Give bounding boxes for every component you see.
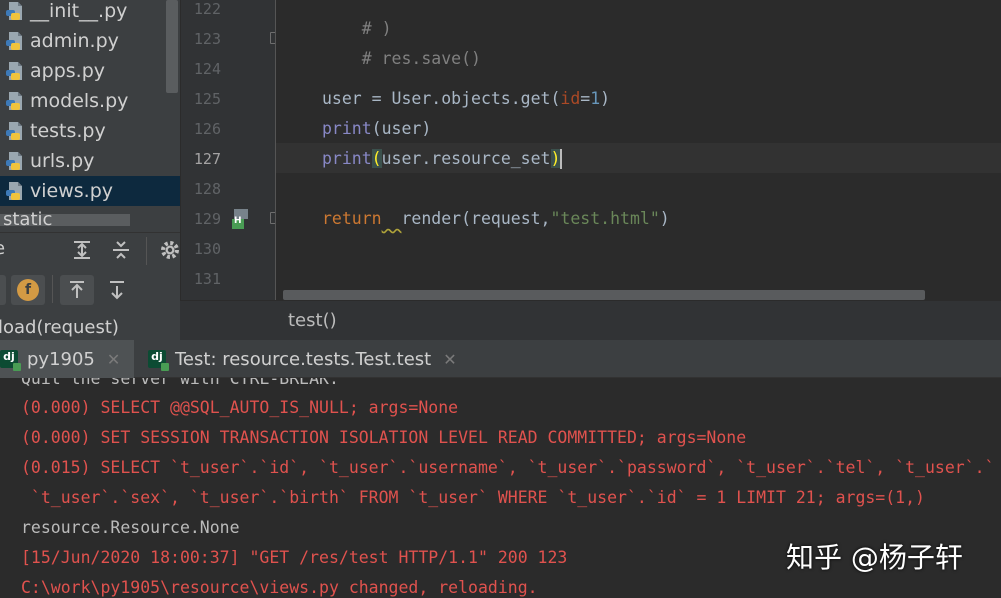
close-icon[interactable]: ✕ — [107, 350, 120, 369]
console-line: resource.Resource.None — [21, 518, 240, 537]
console-line: (0.000) SELECT @@SQL_AUTO_IS_NULL; args=… — [21, 398, 459, 417]
gutter-badge-label: H — [234, 216, 242, 226]
code-token: user = User.objects.get( — [322, 89, 561, 108]
structure-panel-title: e — [0, 238, 5, 259]
structure-filter-toolbar: f — [0, 271, 180, 307]
tree-item-models[interactable]: models.py — [0, 86, 180, 116]
line-number: 128 — [193, 180, 221, 198]
line-number: 131 — [193, 270, 221, 288]
python-file-icon — [5, 151, 26, 172]
code-param: id — [560, 89, 581, 108]
code-line-129: return render(request,"test.html") — [322, 209, 670, 229]
editor-gutter: 122 123 124 125 126 127 128 129 130 131 … — [180, 0, 280, 300]
django-icon: dj — [148, 350, 169, 371]
run-tab-label: Test: resource.tests.Test.test — [175, 348, 432, 370]
text-caret — [560, 149, 563, 169]
code-line-123: # res.save() — [322, 29, 481, 89]
console-line: (0.015) SELECT `t_user`.`id`, `t_user`.`… — [21, 458, 995, 477]
code-line-126: print(user) — [322, 119, 431, 139]
tree-item-urls[interactable]: urls.py — [0, 146, 180, 176]
line-number: 129 — [193, 210, 221, 228]
field-icon: f — [17, 279, 39, 301]
toolbar-separator — [146, 237, 147, 265]
tree-item-label: apps.py — [30, 60, 106, 82]
code-keyword: return — [322, 209, 382, 228]
tree-item-label: views.py — [30, 180, 113, 202]
tree-item-tests[interactable]: tests.py — [0, 116, 180, 146]
editor-horizontal-scrollbar[interactable] — [283, 290, 925, 300]
tree-item-label: tests.py — [30, 120, 106, 142]
show-fields-button[interactable]: f — [11, 275, 45, 305]
code-number: 1 — [590, 89, 601, 108]
line-number: 130 — [193, 240, 221, 258]
code-line-125: user = User.objects.get(id=1) — [322, 89, 610, 109]
code-builtin: print — [322, 149, 372, 168]
console-line: C:\work\py1905\resource\views.py changed… — [21, 578, 538, 597]
run-tab-label: py1905 — [27, 348, 95, 370]
tree-item-label: models.py — [30, 90, 129, 112]
code-token: (user) — [371, 119, 432, 138]
python-file-icon — [5, 181, 26, 202]
tree-item-init[interactable]: __init__.py — [0, 0, 180, 26]
matched-paren: ) — [550, 149, 561, 168]
tree-item-apps[interactable]: apps.py — [0, 56, 180, 86]
matched-paren: ( — [371, 149, 382, 168]
line-number: 125 — [193, 90, 221, 108]
breadcrumb: test() — [180, 300, 1001, 340]
autoscroll-from-source-icon[interactable] — [103, 275, 131, 305]
python-file-icon — [5, 121, 26, 142]
line-number: 124 — [193, 60, 221, 78]
tree-item-label: admin.py — [30, 30, 119, 52]
code-token: render(request, — [401, 209, 551, 228]
code-token: user.resource_set — [381, 149, 551, 168]
python-file-icon — [5, 1, 26, 22]
watermark: 知乎 @杨子轩 — [786, 541, 963, 574]
line-number-current: 127 — [193, 150, 221, 168]
filter-toggle-button[interactable] — [0, 275, 6, 305]
tree-vertical-scrollbar[interactable] — [166, 0, 178, 93]
expand-all-icon[interactable] — [69, 237, 95, 263]
line-number: 123 — [193, 30, 221, 48]
close-icon[interactable]: ✕ — [443, 350, 456, 369]
project-tree: __init__.py admin.py apps.py models.py t… — [0, 0, 180, 232]
run-gutter-icon[interactable]: H — [231, 207, 253, 229]
tree-item-static-folder[interactable]: static — [3, 209, 52, 230]
python-file-icon — [5, 31, 26, 52]
tree-item-label: urls.py — [30, 150, 95, 172]
python-file-icon — [5, 61, 26, 82]
code-token: = — [580, 89, 591, 108]
code-line-127: print(user.resource_set) — [322, 149, 563, 169]
autoscroll-to-source-icon[interactable] — [60, 275, 94, 305]
django-icon: dj — [0, 350, 21, 371]
code-token: ) — [659, 209, 670, 228]
line-number: 122 — [193, 0, 221, 18]
console-line: Quit the server with CTRL-BREAK. — [21, 378, 339, 388]
collapse-all-icon[interactable] — [108, 237, 134, 263]
structure-panel: e f load(request) — [0, 232, 180, 338]
toolbar-separator — [52, 275, 53, 303]
run-tool-tabs: dj py1905 ✕ dj Test: resource.tests.Test… — [0, 340, 1001, 378]
structure-item-load-method[interactable]: load(request) — [0, 317, 119, 338]
console-line: `t_user`.`sex`, `t_user`.`birth` FROM `t… — [21, 488, 925, 507]
code-builtin: print — [322, 119, 372, 138]
run-tab-py1905[interactable]: dj py1905 ✕ — [0, 340, 135, 378]
line-number: 126 — [193, 120, 221, 138]
console-line: [15/Jun/2020 18:00:37] "GET /res/test HT… — [21, 548, 568, 567]
comment-text: # res.save() — [361, 49, 481, 68]
tree-item-label: __init__.py — [30, 0, 128, 22]
python-file-icon — [5, 91, 26, 112]
code-string: "test.html" — [550, 209, 660, 228]
tree-item-views[interactable]: views.py — [0, 176, 180, 206]
code-warning — [382, 209, 402, 228]
run-tab-test[interactable]: dj Test: resource.tests.Test.test ✕ — [148, 340, 469, 378]
console-line: (0.000) SET SESSION TRANSACTION ISOLATIO… — [21, 428, 747, 447]
breadcrumb-item-test-function[interactable]: test() — [288, 310, 337, 331]
code-editor[interactable]: # ) # res.save() user = User.objects.get… — [276, 0, 1001, 300]
tree-item-admin[interactable]: admin.py — [0, 26, 180, 56]
code-token: ) — [600, 89, 611, 108]
